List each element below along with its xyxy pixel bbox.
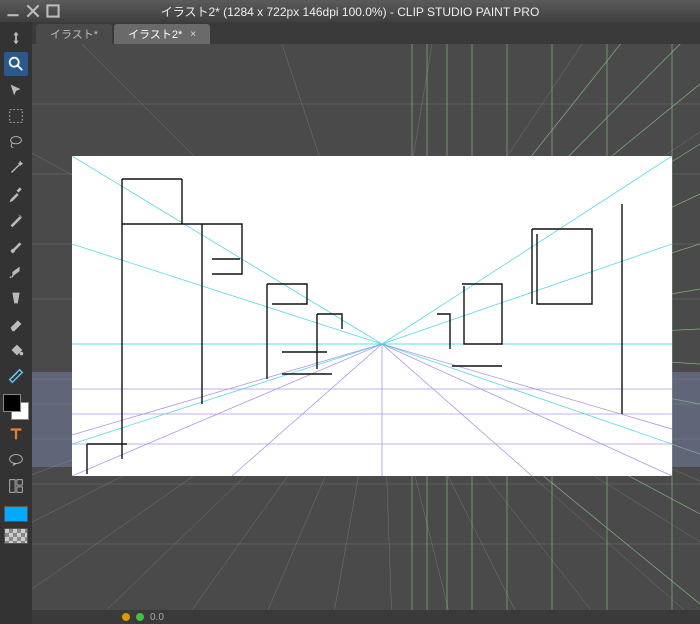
canvas-content xyxy=(32,44,700,624)
move-dot-icon[interactable] xyxy=(4,26,28,50)
eraser-tool-icon[interactable] xyxy=(4,312,28,336)
object-tool-icon[interactable] xyxy=(4,78,28,102)
lasso-tool-icon[interactable] xyxy=(4,130,28,154)
marquee-tool-icon[interactable] xyxy=(4,104,28,128)
document-tabs: イラスト* イラスト2* × xyxy=(32,22,700,44)
close-tab-icon[interactable]: × xyxy=(190,29,196,40)
window-controls xyxy=(6,4,60,18)
maximise-icon[interactable] xyxy=(46,4,60,18)
transparent-color[interactable] xyxy=(4,528,28,544)
pen-tool-icon[interactable] xyxy=(4,208,28,232)
eyedropper-tool-icon[interactable] xyxy=(4,182,28,206)
brush-tool-icon[interactable] xyxy=(4,234,28,258)
close-icon[interactable] xyxy=(26,4,40,18)
titlebar: イラスト2* (1284 x 722px 146dpi 100.0%) - CL… xyxy=(0,0,700,22)
main-area: イラスト* イラスト2* × xyxy=(32,22,700,624)
canvas-viewport[interactable] xyxy=(32,44,700,624)
text-tool-icon[interactable] xyxy=(4,422,28,446)
color-swatches[interactable] xyxy=(3,394,29,420)
document-tab[interactable]: イラスト* xyxy=(36,24,112,44)
minimise-icon[interactable] xyxy=(6,4,20,18)
frame-tool-icon[interactable] xyxy=(4,474,28,498)
ruler-tool-icon[interactable] xyxy=(4,364,28,388)
tab-label: イラスト2* xyxy=(128,26,182,42)
wand-tool-icon[interactable] xyxy=(4,156,28,180)
current-color[interactable] xyxy=(4,506,28,522)
zoom-tool-icon[interactable] xyxy=(4,52,28,76)
blend-tool-icon[interactable] xyxy=(4,286,28,310)
status-led-green-icon xyxy=(136,613,144,621)
tool-palette xyxy=(0,22,32,624)
status-led-orange-icon xyxy=(122,613,130,621)
airbrush-tool-icon[interactable] xyxy=(4,260,28,284)
status-bar: 0.0 xyxy=(32,610,700,624)
fg-color-swatch[interactable] xyxy=(3,394,21,412)
fill-tool-icon[interactable] xyxy=(4,338,28,362)
balloon-tool-icon[interactable] xyxy=(4,448,28,472)
window-title: イラスト2* (1284 x 722px 146dpi 100.0%) - CL… xyxy=(0,3,700,20)
status-value: 0.0 xyxy=(150,612,164,623)
document-tab-active[interactable]: イラスト2* × xyxy=(114,24,210,44)
tab-label: イラスト* xyxy=(50,26,98,42)
